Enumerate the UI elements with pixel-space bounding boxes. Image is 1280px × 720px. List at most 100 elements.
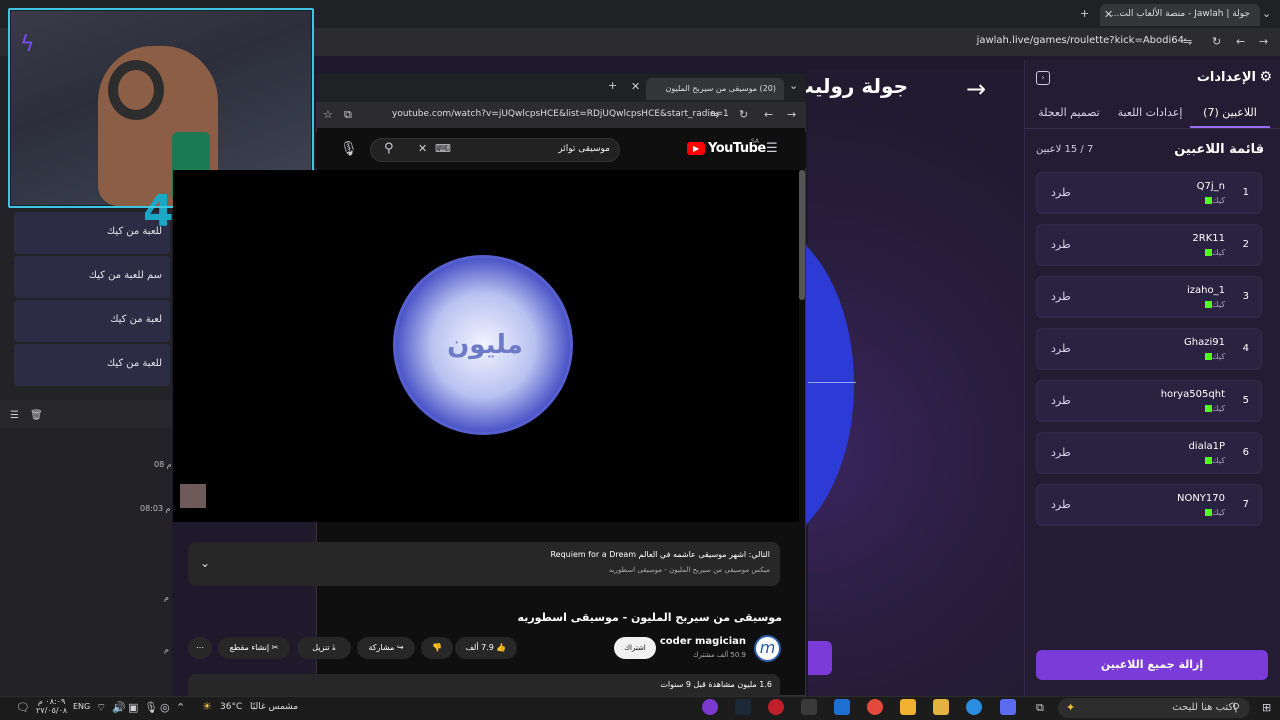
forward-icon[interactable]: → bbox=[1259, 36, 1268, 47]
search-icon[interactable]: ⚲ bbox=[384, 142, 394, 155]
reload-icon[interactable]: ↻ bbox=[739, 109, 748, 120]
arrow-right-icon[interactable]: → bbox=[966, 75, 986, 103]
tab-game-settings[interactable]: إعدادات اللعبة bbox=[1110, 100, 1190, 128]
list-icon[interactable]: ☰ bbox=[10, 410, 19, 421]
kick-player-button[interactable]: طرد bbox=[1051, 186, 1071, 199]
store-icon[interactable] bbox=[900, 699, 916, 715]
player-number: 1 bbox=[1242, 187, 1249, 198]
spin-button-edge[interactable] bbox=[808, 641, 832, 675]
sparkle-icon: ✦ bbox=[1066, 701, 1076, 714]
scrollbar[interactable] bbox=[799, 170, 805, 300]
like-button[interactable]: 👍 7.9 ألف bbox=[455, 637, 517, 659]
new-tab-icon[interactable]: + bbox=[608, 80, 617, 91]
youtube-logo-icon[interactable]: ▶ bbox=[687, 142, 705, 155]
reload-icon[interactable]: ↻ bbox=[1212, 36, 1221, 47]
outlook-icon[interactable] bbox=[834, 699, 850, 715]
yt-browser-tab[interactable]: (20) موسيقى من سيربح المليون bbox=[646, 78, 784, 100]
new-tab-icon[interactable]: + bbox=[1080, 8, 1089, 19]
tab-wheel-design[interactable]: تصميم العجلة bbox=[1028, 100, 1110, 128]
more-button[interactable]: ⋯ bbox=[188, 637, 212, 659]
clock[interactable]: ٠٨:٠٩ م ٢٧/٠٥/٠٨ bbox=[36, 697, 67, 715]
divider bbox=[1024, 128, 1280, 129]
kick-logo-icon bbox=[1205, 197, 1213, 204]
platform-label: كيك bbox=[1212, 248, 1225, 257]
subscribe-button[interactable]: اشتراك bbox=[614, 637, 656, 659]
task-view-icon[interactable]: ⧉ bbox=[1036, 702, 1044, 713]
back-icon[interactable]: ← bbox=[764, 109, 773, 120]
players-count: 7 / 15 لاعبين bbox=[1036, 144, 1094, 155]
browser-tab-jawlah[interactable]: جولة | Jawlah - منصة الألعاب الت... bbox=[1100, 4, 1260, 26]
player-number: 6 bbox=[1242, 447, 1249, 458]
weather-temp[interactable]: 36°C bbox=[220, 702, 242, 712]
volume-icon[interactable]: 🔊 bbox=[112, 702, 126, 713]
app-icon[interactable] bbox=[1000, 699, 1016, 715]
player-name: Ghazi91 bbox=[1184, 337, 1225, 348]
app-icon[interactable] bbox=[768, 699, 784, 715]
clip-button[interactable]: ✂ إنشاء مقطع bbox=[218, 637, 290, 659]
download-button[interactable]: ⤓ تنزيل bbox=[297, 637, 351, 659]
channel-name[interactable]: coder magician bbox=[660, 636, 746, 647]
notifications-icon[interactable]: 🗨 bbox=[16, 702, 30, 713]
obs-icon[interactable] bbox=[702, 699, 718, 715]
timestamp: م bbox=[164, 645, 169, 654]
start-icon[interactable]: ⊞ bbox=[1262, 702, 1271, 713]
tray-icon[interactable]: ▣ bbox=[128, 702, 138, 713]
forward-icon[interactable]: → bbox=[787, 109, 796, 120]
kick-player-button[interactable]: طرد bbox=[1051, 498, 1071, 511]
channel-avatar[interactable]: m bbox=[754, 635, 781, 662]
terminal-icon[interactable] bbox=[801, 699, 817, 715]
player-row: 2 2RK11 كيك طرد bbox=[1036, 224, 1262, 266]
folder-icon[interactable] bbox=[933, 699, 949, 715]
tab-search-icon[interactable]: ⌄ bbox=[1262, 8, 1271, 19]
chevron-down-icon[interactable]: ⌄ bbox=[200, 556, 210, 570]
install-icon[interactable]: ⧉ bbox=[344, 109, 352, 120]
star-icon[interactable]: ☆ bbox=[323, 109, 333, 120]
app-tray-icon[interactable]: ◎ bbox=[160, 702, 170, 713]
remove-all-players-button[interactable]: إزالة جميع اللاعبين bbox=[1036, 650, 1268, 680]
clock-date: ٢٧/٠٥/٠٨ bbox=[36, 706, 68, 715]
players-list-title: قائمة اللاعبين bbox=[1174, 142, 1264, 157]
kick-player-button[interactable]: طرد bbox=[1051, 238, 1071, 251]
microphone-icon[interactable]: 🎙 bbox=[340, 142, 358, 156]
kick-player-button[interactable]: طرد bbox=[1051, 446, 1071, 459]
site-settings-icon[interactable]: ⇋ bbox=[1183, 36, 1192, 47]
list-item[interactable]: للعبة من كيك bbox=[14, 344, 170, 386]
kick-player-button[interactable]: طرد bbox=[1051, 394, 1071, 407]
steam-icon[interactable] bbox=[735, 699, 751, 715]
subscriber-count: 50.9 ألف مشترك bbox=[692, 651, 746, 659]
weather-description[interactable]: مشمس غالبًا bbox=[250, 702, 298, 712]
hamburger-menu-icon[interactable]: ☰ bbox=[766, 142, 778, 155]
network-icon[interactable]: ⌔ bbox=[96, 702, 106, 713]
edge-icon[interactable] bbox=[966, 699, 982, 715]
keyboard-icon[interactable]: ⌨ bbox=[435, 143, 451, 154]
site-settings-icon[interactable]: ⇋ bbox=[710, 109, 719, 120]
player-platform: كيك bbox=[1203, 508, 1225, 517]
tab-players[interactable]: اللاعبين (7) bbox=[1190, 100, 1270, 128]
dislike-button[interactable]: 👎 bbox=[421, 637, 453, 659]
player-name: Q7j_n bbox=[1196, 181, 1225, 192]
list-item[interactable]: سم للعبة من كيك bbox=[14, 256, 170, 298]
kick-player-button[interactable]: طرد bbox=[1051, 290, 1071, 303]
kick-player-button[interactable]: طرد bbox=[1051, 342, 1071, 355]
player-name: 2RK11 bbox=[1192, 233, 1225, 244]
share-button[interactable]: ↪ مشاركة bbox=[357, 637, 415, 659]
player-platform: كيك bbox=[1203, 404, 1225, 413]
up-next-card[interactable] bbox=[188, 542, 780, 586]
chrome-icon[interactable] bbox=[867, 699, 883, 715]
clear-search-icon[interactable]: ✕ bbox=[418, 143, 427, 154]
yt-url-text[interactable]: youtube.com/watch?v=jUQwlcpsHCE&list=RDj… bbox=[392, 109, 729, 119]
close-tab-icon[interactable]: ✕ bbox=[1104, 9, 1113, 20]
trash-icon[interactable]: 🗑 bbox=[30, 410, 43, 421]
clock-time: ٠٨:٠٩ م bbox=[37, 697, 66, 706]
tab-menu-icon[interactable]: ⌄ bbox=[789, 80, 798, 91]
chevron-up-icon[interactable]: ⌃ bbox=[176, 702, 185, 713]
player-number: 7 bbox=[1242, 499, 1249, 510]
url-text[interactable]: jawlah.live/games/roulette?kick=Abodi64 bbox=[977, 35, 1184, 46]
close-tab-icon[interactable]: ✕ bbox=[631, 81, 640, 92]
player-number: 4 bbox=[1242, 343, 1249, 354]
collapse-panel-icon[interactable]: › bbox=[1036, 71, 1050, 85]
microphone-icon[interactable]: 🎙 bbox=[144, 702, 158, 713]
back-icon[interactable]: ← bbox=[1236, 36, 1245, 47]
language-indicator[interactable]: ENG bbox=[73, 702, 90, 711]
list-item[interactable]: لعبة من كيك bbox=[14, 300, 170, 342]
